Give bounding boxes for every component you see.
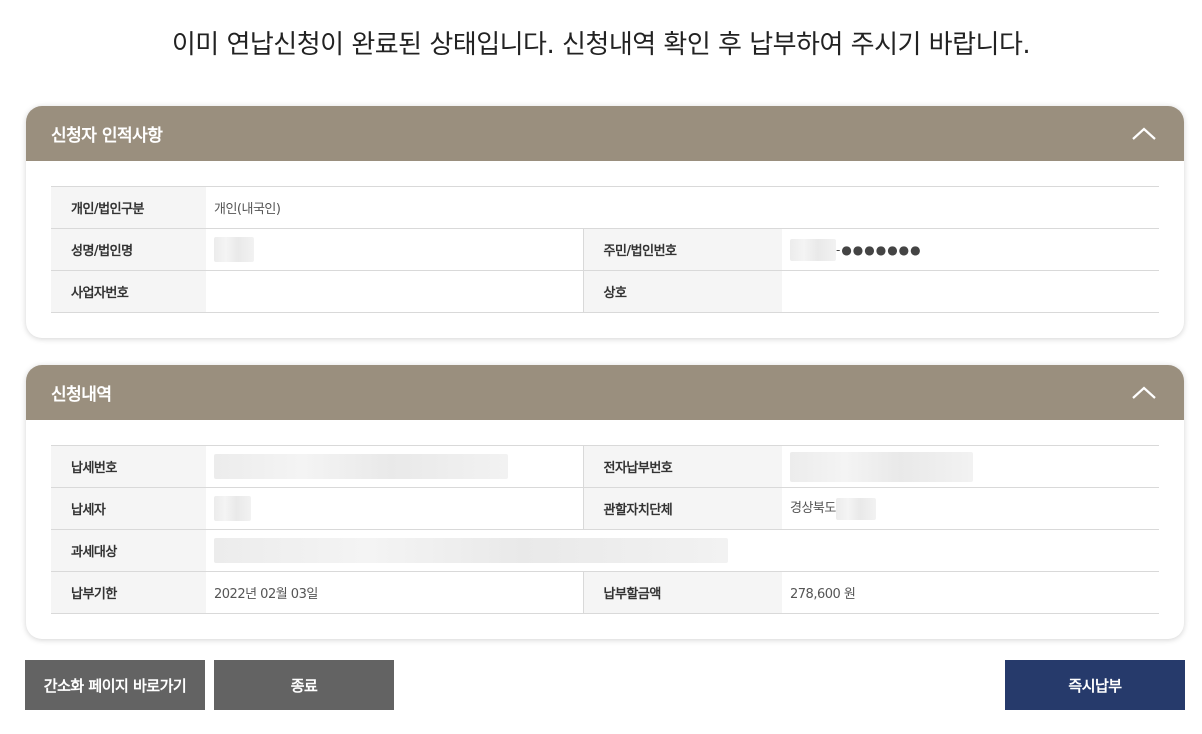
payer-label: 납세자 (51, 487, 206, 530)
id-label: 주민/법인번호 (582, 228, 782, 271)
bizno-label: 사업자번호 (51, 270, 206, 313)
redacted-payer (214, 496, 251, 521)
table-row: 납세자 관할자치단체 경상북도 (51, 487, 1159, 530)
applicant-panel: 신청자 인적사항 개인/법인구분 개인(내국인) 성명/법인명 주민/법인번호 … (26, 106, 1184, 338)
chevron-up-icon[interactable] (1130, 124, 1158, 144)
region-value: 경상북도 (782, 487, 1159, 530)
applicant-panel-body: 개인/법인구분 개인(내국인) 성명/법인명 주민/법인번호 -●●●●●●● … (26, 161, 1184, 338)
amount-value: 278,600 원 (782, 571, 1159, 614)
redacted-name (214, 237, 254, 262)
redacted-epayno (790, 451, 973, 482)
simple-page-button[interactable]: 간소화 페이지 바로가기 (25, 660, 205, 710)
id-masked-digits: -●●●●●●● (836, 242, 922, 257)
due-value: 2022년 02월 03일 (206, 571, 583, 614)
table-row: 사업자번호 상호 (51, 270, 1159, 313)
object-label: 과세대상 (51, 529, 206, 572)
table-row: 과세대상 (51, 529, 1159, 572)
taxno-label: 납세번호 (51, 445, 206, 488)
epayno-value (782, 445, 1159, 488)
redacted-taxno (214, 454, 508, 479)
applicant-table: 개인/법인구분 개인(내국인) 성명/법인명 주민/법인번호 -●●●●●●● … (51, 186, 1159, 313)
name-label: 성명/법인명 (51, 228, 206, 271)
chevron-up-icon[interactable] (1130, 383, 1158, 403)
details-panel: 신청내역 납세번호 전자납부번호 납세자 관할자치단체 경상북도 과세대상 납부… (26, 365, 1184, 639)
notice-message: 이미 연납신청이 완료된 상태입니다. 신청내역 확인 후 납부하여 주시기 바… (171, 30, 1031, 60)
due-label: 납부기한 (51, 571, 206, 614)
amount-label: 납부할금액 (582, 571, 782, 614)
type-label: 개인/법인구분 (51, 186, 206, 229)
redacted-object (214, 538, 728, 563)
pay-now-button[interactable]: 즉시납부 (1005, 660, 1185, 710)
company-label: 상호 (582, 270, 782, 313)
applicant-panel-header: 신청자 인적사항 (26, 106, 1184, 161)
details-table: 납세번호 전자납부번호 납세자 관할자치단체 경상북도 과세대상 납부기한 20… (51, 445, 1159, 614)
region-text: 경상북도 (790, 501, 836, 517)
close-button[interactable]: 종료 (214, 660, 394, 710)
redacted-region (835, 497, 876, 520)
payer-value (206, 487, 583, 530)
applicant-panel-title: 신청자 인적사항 (51, 126, 163, 146)
table-row: 납부기한 2022년 02월 03일 납부할금액 278,600 원 (51, 571, 1159, 614)
details-panel-header: 신청내역 (26, 365, 1184, 420)
object-value (206, 529, 1159, 572)
table-row: 개인/법인구분 개인(내국인) (51, 186, 1159, 229)
redacted-id-front (790, 238, 836, 261)
details-panel-title: 신청내역 (51, 385, 112, 405)
bizno-value (206, 270, 583, 313)
epayno-label: 전자납부번호 (582, 445, 782, 488)
details-panel-body: 납세번호 전자납부번호 납세자 관할자치단체 경상북도 과세대상 납부기한 20… (26, 420, 1184, 639)
name-value (206, 228, 583, 271)
table-row: 납세번호 전자납부번호 (51, 445, 1159, 488)
id-value: -●●●●●●● (782, 228, 1159, 271)
taxno-value (206, 445, 583, 488)
table-row: 성명/법인명 주민/법인번호 -●●●●●●● (51, 228, 1159, 271)
company-value (782, 270, 1159, 313)
region-label: 관할자치단체 (582, 487, 782, 530)
type-value: 개인(내국인) (206, 186, 1159, 229)
